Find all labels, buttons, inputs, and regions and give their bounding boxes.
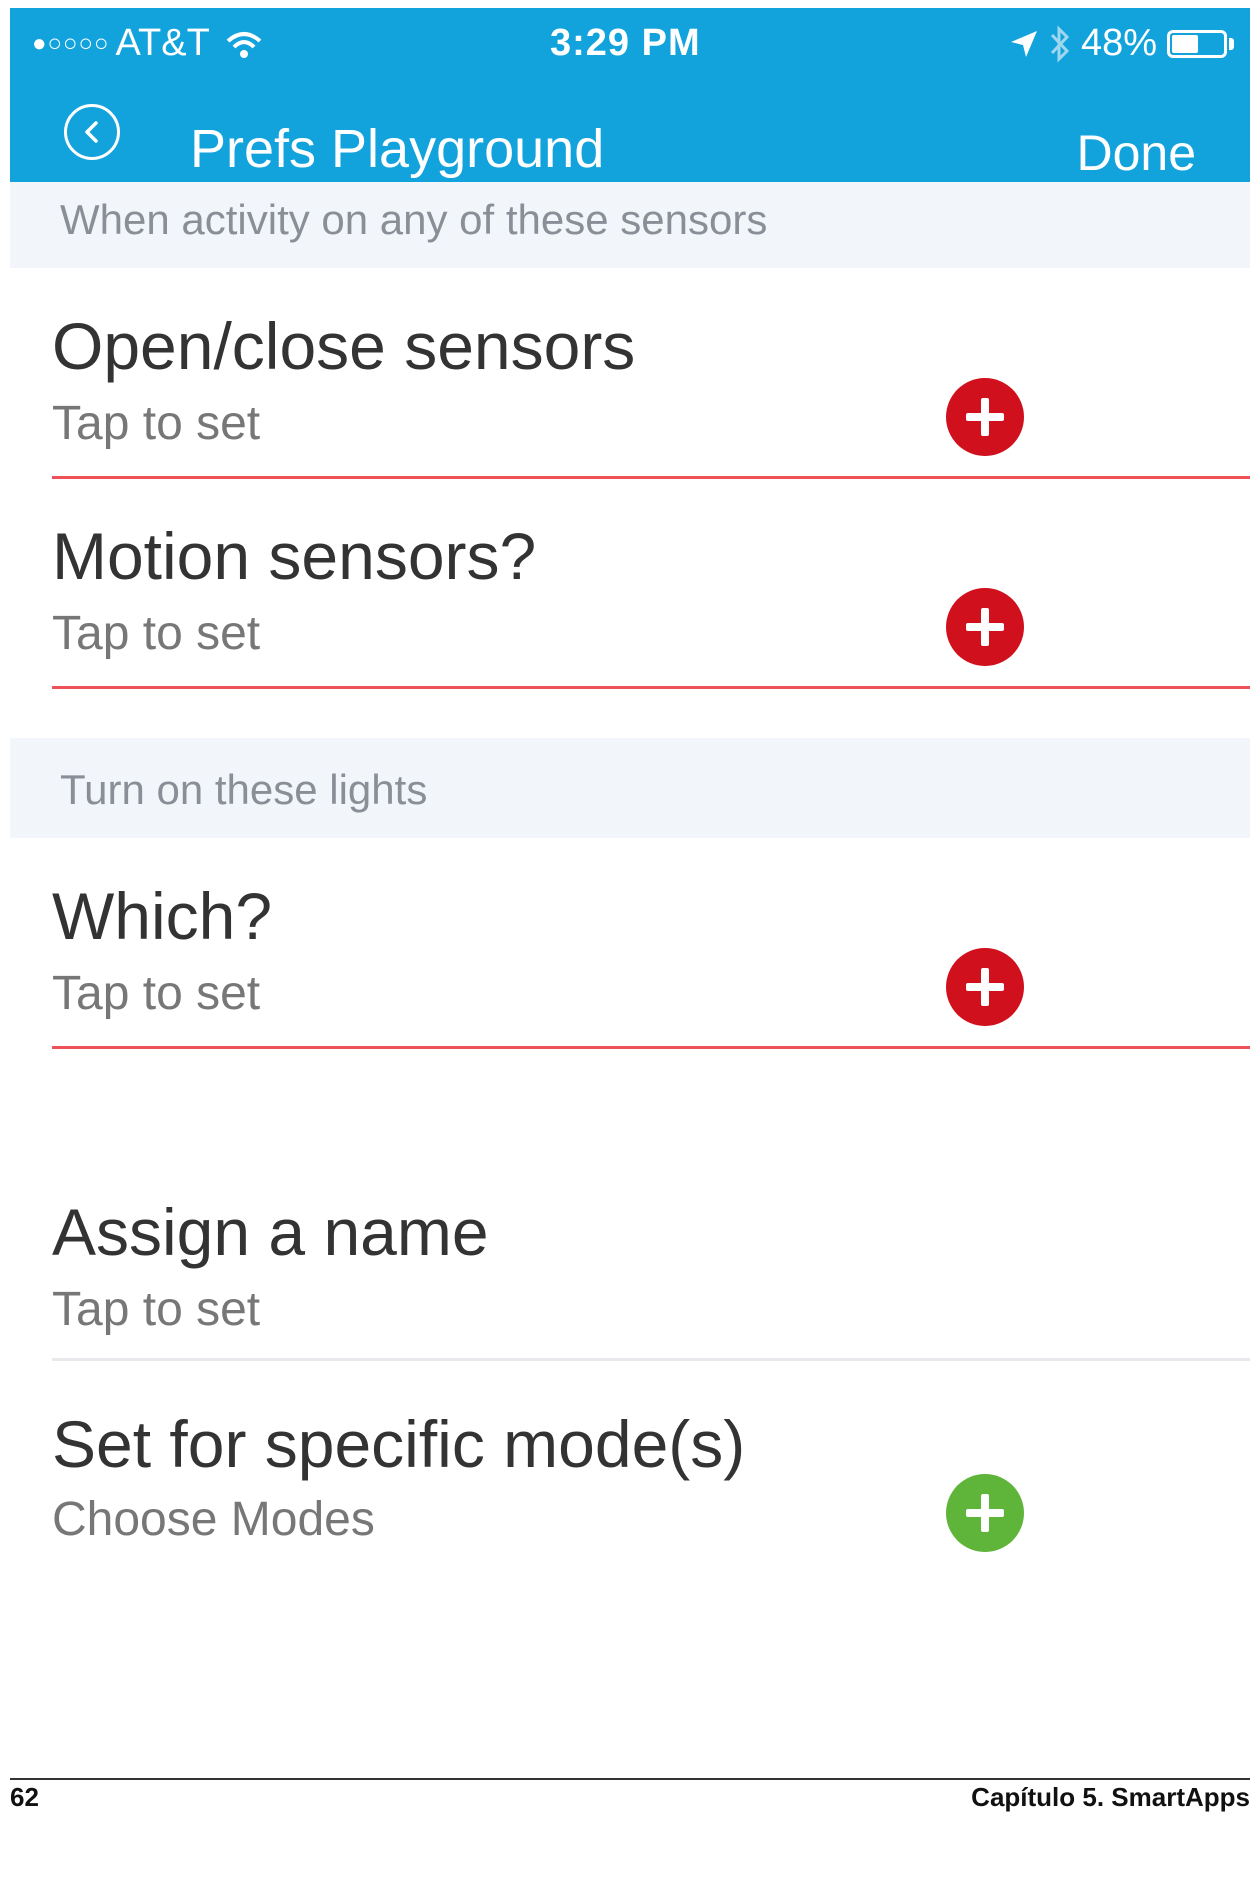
pref-subtitle: Tap to set [52,967,261,1020]
pref-title: Set for specific mode(s) [52,1407,746,1481]
pref-row-open-close-sensors[interactable]: Open/close sensors Tap to set [52,308,1250,480]
status-right: 48% [1009,22,1234,65]
pref-row-assign-name[interactable]: Assign a name Tap to set [52,1194,1250,1366]
wifi-icon [226,31,262,58]
required-underline [52,686,1250,689]
battery-fill [1172,34,1198,53]
status-bar: ●○○○○ AT&T 3:29 PM 48% [10,8,1250,78]
section-header-sensors: When activity on any of these sensors [10,182,1250,268]
battery-tip [1229,37,1234,50]
pref-row-motion-sensors[interactable]: Motion sensors? Tap to set [52,518,1250,690]
location-arrow-icon [1010,30,1037,57]
back-button[interactable] [64,104,120,160]
page-title: Prefs Playground [190,119,605,179]
chapter-title: Capítulo 5. SmartApps [971,1782,1250,1812]
phone-screen: ●○○○○ AT&T 3:29 PM 48% Prefs Playground … [10,8,1250,1901]
pref-row-which-lights[interactable]: Which? Tap to set [52,878,1250,1050]
pref-title: Motion sensors? [52,519,537,593]
required-underline [52,476,1250,479]
pref-title: Which? [52,879,273,953]
status-left: ●○○○○ AT&T [32,22,264,65]
add-icon[interactable] [946,378,1024,456]
add-icon[interactable] [946,948,1024,1026]
add-icon[interactable] [946,588,1024,666]
footer-rule [10,1778,1250,1780]
section-header-label: Turn on these lights [60,766,428,813]
pref-subtitle: Tap to set [52,607,261,660]
pref-row-specific-modes[interactable]: Set for specific mode(s) Choose Modes [52,1406,1250,1578]
battery-icon [1167,29,1227,58]
bluetooth-icon [1050,24,1070,63]
pref-title: Assign a name [52,1195,489,1269]
pref-title: Open/close sensors [52,309,636,383]
section-header-lights: Turn on these lights [10,738,1250,838]
carrier-label: AT&T [115,22,210,64]
signal-strength-icon: ●○○○○ [32,29,110,57]
pref-subtitle: Choose Modes [52,1493,375,1546]
add-mode-icon[interactable] [946,1474,1024,1552]
clock: 3:29 PM [550,22,701,64]
page-number: 62 [10,1782,39,1812]
pref-subtitle: Tap to set [52,397,261,450]
pref-subtitle: Tap to set [52,1283,261,1336]
done-button[interactable]: Done [1076,124,1196,182]
battery-percent: 48% [1080,22,1157,64]
required-underline [52,1046,1250,1049]
row-divider [52,1358,1250,1361]
back-circle-icon [85,121,98,143]
section-header-label: When activity on any of these sensors [60,196,768,243]
